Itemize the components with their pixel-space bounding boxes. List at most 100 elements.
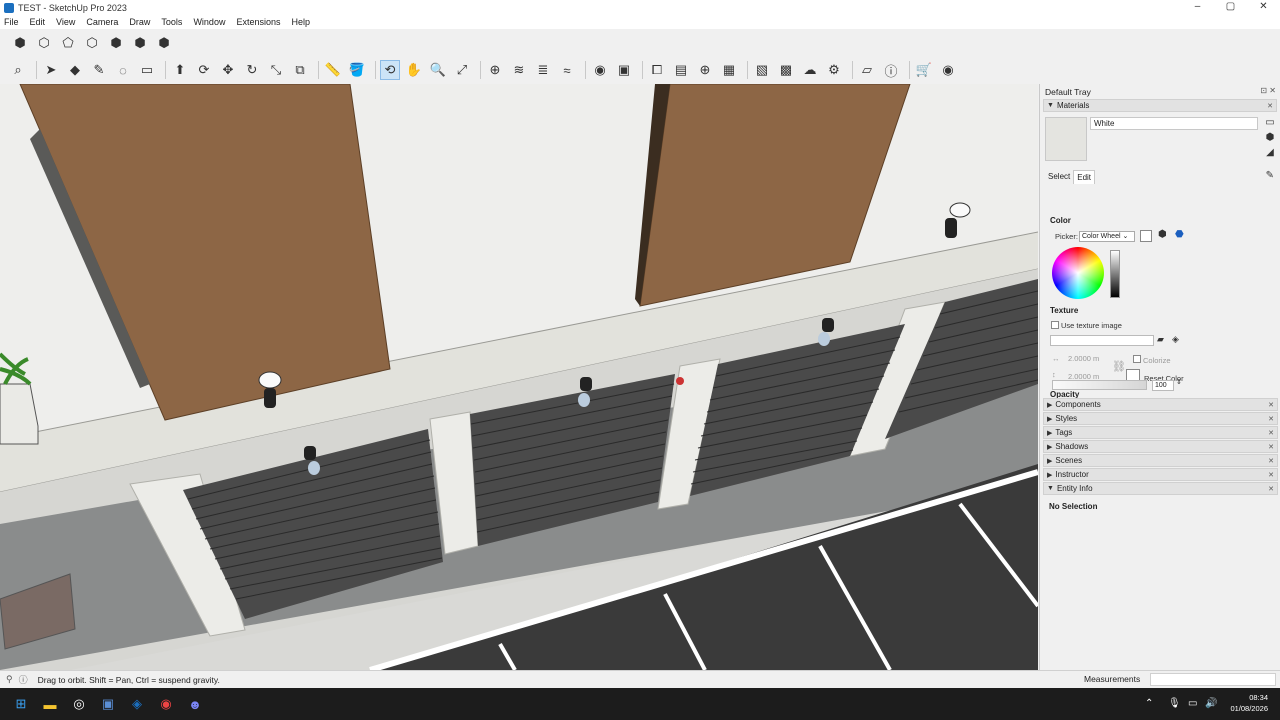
eraser-icon[interactable]: ◆ xyxy=(65,60,85,80)
follow-me-icon[interactable]: ⟳ xyxy=(194,60,214,80)
pencil-icon[interactable]: ✎ xyxy=(89,60,109,80)
scale-icon[interactable]: ⤡ xyxy=(266,60,286,80)
styles-panel-header[interactable]: ▶ Styles ✕ xyxy=(1043,412,1278,425)
panel-close-icon[interactable]: ✕ xyxy=(1268,457,1274,465)
measurements-input[interactable] xyxy=(1150,673,1276,686)
add-location-icon[interactable]: ⊕ xyxy=(695,60,715,80)
top-view-icon[interactable]: ⬡ xyxy=(34,33,54,53)
menu-tools[interactable]: Tools xyxy=(161,17,182,27)
outliner-icon[interactable]: ⧠ xyxy=(647,60,667,80)
system-clock[interactable]: 08:34 01/08/2026 xyxy=(1230,692,1268,714)
microphone-icon[interactable]: 🎙 xyxy=(1168,698,1181,709)
opacity-slider[interactable] xyxy=(1052,380,1147,390)
texture-edit-icon[interactable]: ◈ xyxy=(1172,334,1179,345)
menu-draw[interactable]: Draw xyxy=(129,17,150,27)
browse-folder-icon[interactable]: ▰ xyxy=(1157,334,1164,345)
iso-view-icon[interactable]: ⬢ xyxy=(10,33,30,53)
panel-close-icon[interactable]: ✕ xyxy=(1268,401,1274,409)
menu-window[interactable]: Window xyxy=(193,17,225,27)
use-texture-checkbox[interactable] xyxy=(1051,321,1059,329)
opacity-spinner-icon[interactable]: ⇕ xyxy=(1176,378,1182,386)
texture-path-field[interactable] xyxy=(1050,335,1154,346)
materials-panel-header[interactable]: ▼ Materials ✕ xyxy=(1043,99,1277,112)
select-icon[interactable]: ➤ xyxy=(41,60,61,80)
eyedropper-icon[interactable]: ✎ xyxy=(1266,170,1274,181)
shadows-panel-header[interactable]: ▶ Shadows ✕ xyxy=(1043,440,1278,453)
sample-paint-icon[interactable]: ⬢ xyxy=(1158,229,1167,240)
account-icon[interactable]: ◉ xyxy=(938,60,958,80)
model-viewport[interactable] xyxy=(0,84,1038,670)
menu-camera[interactable]: Camera xyxy=(86,17,118,27)
windows-start-icon[interactable]: ⊞ xyxy=(10,693,32,715)
offset-icon[interactable]: ⧉ xyxy=(290,60,310,80)
lock-ratio-icon[interactable]: ⛓ xyxy=(1112,360,1126,373)
panel-close-icon[interactable]: ✕ xyxy=(1267,102,1273,110)
display-secondary-icon[interactable]: ▭ xyxy=(1264,117,1276,132)
network-icon[interactable]: ▭ xyxy=(1188,698,1197,709)
texture-icon[interactable]: ▧ xyxy=(752,60,772,80)
scenes-panel-header[interactable]: ▶ Scenes ✕ xyxy=(1043,454,1278,467)
arc-icon[interactable]: ◌ xyxy=(113,60,133,80)
menu-help[interactable]: Help xyxy=(291,17,310,27)
move-icon[interactable]: ✥ xyxy=(218,60,238,80)
create-material-icon[interactable]: ⬢ xyxy=(1264,132,1276,147)
bottom-view-icon[interactable]: ⬢ xyxy=(154,33,174,53)
match-color-icon[interactable]: ⬣ xyxy=(1175,229,1184,240)
menu-file[interactable]: File xyxy=(4,17,19,27)
entity-info-panel-header[interactable]: ▼ Entity Info ✕ xyxy=(1043,482,1278,495)
discord-icon[interactable]: ☻ xyxy=(184,693,206,715)
components-panel-header[interactable]: ▶ Components ✕ xyxy=(1043,398,1278,411)
close-button[interactable]: ✕ xyxy=(1247,0,1280,15)
info-icon[interactable]: ⓘ xyxy=(881,60,901,80)
geo-location-icon[interactable]: ⚲ xyxy=(6,674,13,685)
styles-icon[interactable]: ≈ xyxy=(557,60,577,80)
tab-select[interactable]: Select xyxy=(1045,170,1073,184)
front-view-icon[interactable]: ⬠ xyxy=(58,33,78,53)
panel-close-icon[interactable]: ✕ xyxy=(1268,443,1274,451)
menu-edit[interactable]: Edit xyxy=(30,17,46,27)
tray-pin-close-icon[interactable]: ⊡ ✕ xyxy=(1260,86,1276,95)
menu-view[interactable]: View xyxy=(56,17,75,27)
right-view-icon[interactable]: ⬡ xyxy=(82,33,102,53)
colorize-checkbox[interactable] xyxy=(1133,355,1141,363)
left-view-icon[interactable]: ⬢ xyxy=(130,33,150,53)
back-view-icon[interactable]: ⬢ xyxy=(106,33,126,53)
rotate-icon[interactable]: ↻ xyxy=(242,60,262,80)
scene-canvas[interactable] xyxy=(0,84,1038,670)
picker-select[interactable]: Color Wheel ⌄ xyxy=(1079,231,1135,242)
material-name-field[interactable]: White xyxy=(1090,117,1258,130)
cart-icon[interactable]: 🛒 xyxy=(914,60,934,80)
color-wheel[interactable] xyxy=(1052,247,1104,299)
volume-icon[interactable]: 🔊 xyxy=(1205,698,1217,709)
cloud-icon[interactable]: ☁ xyxy=(800,60,820,80)
chevron-up-icon[interactable]: ⌃ xyxy=(1145,698,1153,709)
zoom-icon[interactable]: 🔍 xyxy=(428,60,448,80)
scenes-icon[interactable]: ▤ xyxy=(671,60,691,80)
minimize-button[interactable]: – xyxy=(1181,0,1214,15)
extension-icon[interactable]: ▱ xyxy=(857,60,877,80)
instructor-panel-header[interactable]: ▶ Instructor ✕ xyxy=(1043,468,1278,481)
app-icon[interactable]: ▣ xyxy=(97,693,119,715)
sketchup-icon[interactable]: ◈ xyxy=(126,693,148,715)
section-plane-icon[interactable]: ⊕ xyxy=(485,60,505,80)
settings-icon[interactable]: ⚙ xyxy=(824,60,844,80)
menu-extensions[interactable]: Extensions xyxy=(236,17,280,27)
pan-icon[interactable]: ✋ xyxy=(404,60,424,80)
push-pull-icon[interactable]: ⬆ xyxy=(170,60,190,80)
brightness-slider[interactable] xyxy=(1110,250,1120,298)
panel-close-icon[interactable]: ✕ xyxy=(1268,485,1274,493)
layers-icon[interactable]: ≋ xyxy=(509,60,529,80)
material-swatch[interactable] xyxy=(1045,117,1087,161)
instructor-icon[interactable]: ⓘ xyxy=(19,673,28,686)
paint-bucket-icon[interactable]: 🪣 xyxy=(347,60,367,80)
file-explorer-icon[interactable]: ▬ xyxy=(39,693,61,715)
maximize-button[interactable]: ▢ xyxy=(1214,0,1247,15)
panel-close-icon[interactable]: ✕ xyxy=(1268,415,1274,423)
pattern-icon[interactable]: ▩ xyxy=(776,60,796,80)
tape-measure-icon[interactable]: 📏 xyxy=(323,60,343,80)
tags-icon[interactable]: ≣ xyxy=(533,60,553,80)
search-icon[interactable]: ⌕ xyxy=(8,60,28,80)
default-paint-icon[interactable]: ◢ xyxy=(1264,147,1276,162)
shape-icon[interactable]: ▭ xyxy=(137,60,157,80)
user-icon[interactable]: ◉ xyxy=(590,60,610,80)
